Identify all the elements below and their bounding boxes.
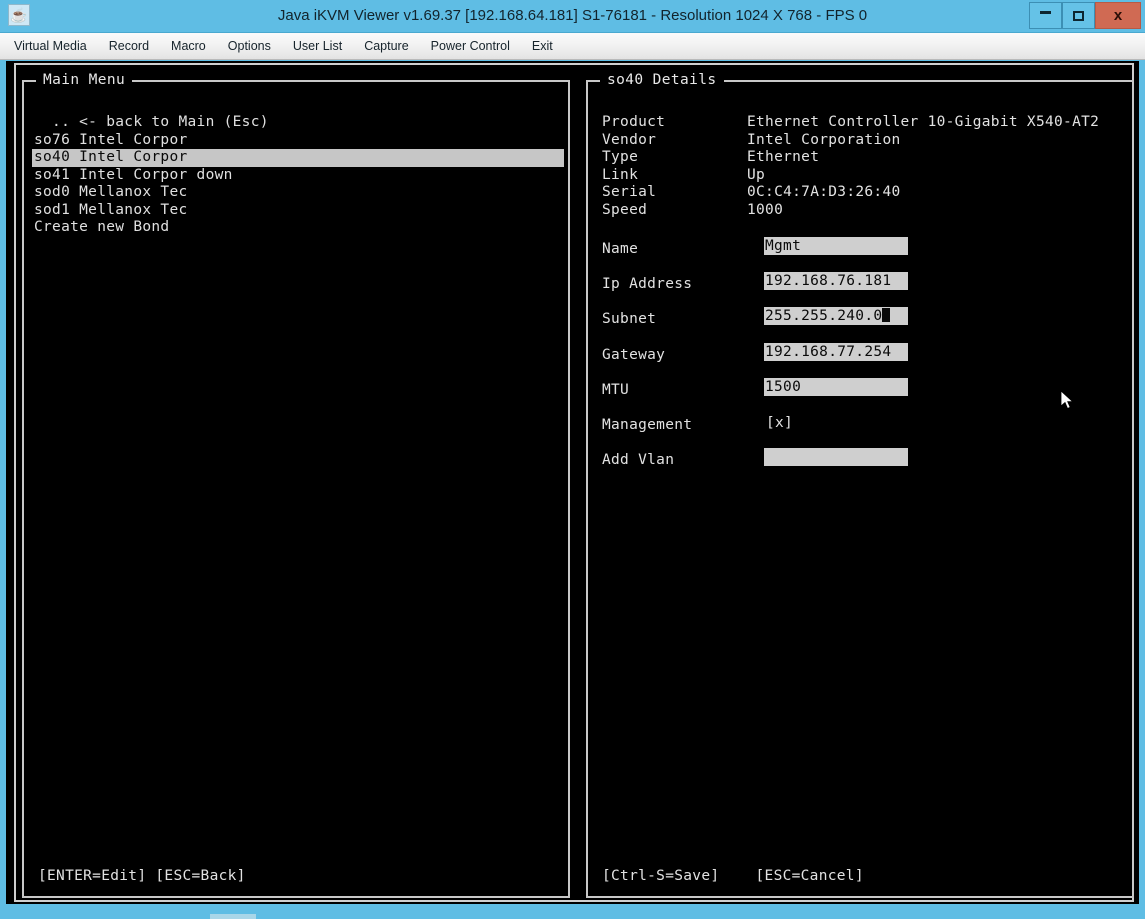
menu-row[interactable]: sod1 Mellanox Tec (32, 202, 566, 220)
form-row: MTU 1500 (602, 378, 1122, 413)
gateway-input[interactable]: 192.168.77.254 (764, 343, 908, 361)
detail-row: Serial0C:C4:7A:D3:26:40 (602, 184, 1099, 202)
form-label: Name (602, 241, 638, 257)
detail-row: Speed1000 (602, 202, 1099, 220)
menu-row[interactable]: Create new Bond (32, 219, 566, 237)
detail-value: Up (747, 167, 765, 185)
name-input[interactable]: Mgmt (764, 237, 908, 255)
main-menu-legend: Main Menu (36, 72, 132, 88)
subnet-value: 255.255.240.0 (765, 308, 882, 324)
menu-row[interactable]: so41 Intel Corpor down (32, 167, 566, 185)
mtu-value: 1500 (765, 379, 801, 395)
form-label: Management (602, 417, 692, 433)
detail-key: Serial (602, 184, 747, 202)
name-value: Mgmt (765, 238, 801, 254)
window-bottom-strip (0, 904, 1145, 919)
detail-value: 1000 (747, 202, 783, 220)
detail-row: TypeEthernet (602, 149, 1099, 167)
detail-key: Speed (602, 202, 747, 220)
form-label: MTU (602, 382, 629, 398)
menu-row[interactable]: .. <- back to Main (Esc) (32, 114, 566, 132)
interface-details-legend: so40 Details (600, 72, 724, 88)
interface-details-panel: so40 Details ProductEthernet Controller … (586, 80, 1134, 898)
main-menu-footer-hints: [ENTER=Edit] [ESC=Back] (38, 868, 246, 884)
main-menu-list: .. <- back to Main (Esc)so76 Intel Corpo… (32, 114, 566, 237)
interface-details-table: ProductEthernet Controller 10-Gigabit X5… (602, 114, 1099, 219)
form-label: Ip Address (602, 276, 692, 292)
ip-address-value: 192.168.76.181 (765, 273, 891, 289)
text-caret (882, 308, 890, 322)
screenshot-root: ☕ Java iKVM Viewer v1.69.37 [192.168.64.… (0, 0, 1145, 919)
interface-config-form: Name Mgmt Ip Address 192.168.76.181 Subnet 25… (602, 237, 1122, 483)
form-label: Add Vlan (602, 452, 674, 468)
interface-details-footer-hints: [Ctrl-S=Save] [ESC=Cancel] (602, 868, 864, 884)
application-window: ☕ Java iKVM Viewer v1.69.37 [192.168.64.… (0, 0, 1145, 919)
form-row: Add Vlan (602, 448, 1122, 483)
management-checkbox[interactable]: [x] (766, 415, 793, 431)
form-row: Subnet 255.255.240.0 (602, 307, 1122, 342)
detail-key: Vendor (602, 132, 747, 150)
detail-value: Intel Corporation (747, 132, 901, 150)
console-terminal: Main Menu .. <- back to Main (Esc)so76 I… (0, 0, 1145, 919)
detail-key: Type (602, 149, 747, 167)
main-menu-panel: Main Menu .. <- back to Main (Esc)so76 I… (22, 80, 570, 898)
form-label: Gateway (602, 347, 665, 363)
add-vlan-input[interactable] (764, 448, 908, 466)
detail-value: 0C:C4:7A:D3:26:40 (747, 184, 901, 202)
form-row: Ip Address 192.168.76.181 (602, 272, 1122, 307)
form-row: Name Mgmt (602, 237, 1122, 272)
detail-row: LinkUp (602, 167, 1099, 185)
detail-key: Link (602, 167, 747, 185)
form-label: Subnet (602, 311, 656, 327)
menu-row-selected[interactable]: so40 Intel Corpor (32, 149, 564, 167)
detail-key: Product (602, 114, 747, 132)
form-row: Gateway 192.168.77.254 (602, 343, 1122, 378)
ip-address-input[interactable]: 192.168.76.181 (764, 272, 908, 290)
detail-value: Ethernet Controller 10-Gigabit X540-AT2 (747, 114, 1099, 132)
detail-row: VendorIntel Corporation (602, 132, 1099, 150)
subnet-input[interactable]: 255.255.240.0 (764, 307, 908, 325)
detail-row: ProductEthernet Controller 10-Gigabit X5… (602, 114, 1099, 132)
menu-row[interactable]: sod0 Mellanox Tec (32, 184, 566, 202)
form-row: Management [x] (602, 413, 1122, 448)
gateway-value: 192.168.77.254 (765, 344, 891, 360)
menu-row[interactable]: so76 Intel Corpor (32, 132, 566, 150)
mtu-input[interactable]: 1500 (764, 378, 908, 396)
detail-value: Ethernet (747, 149, 819, 167)
taskbar-tab-hint (210, 914, 256, 919)
